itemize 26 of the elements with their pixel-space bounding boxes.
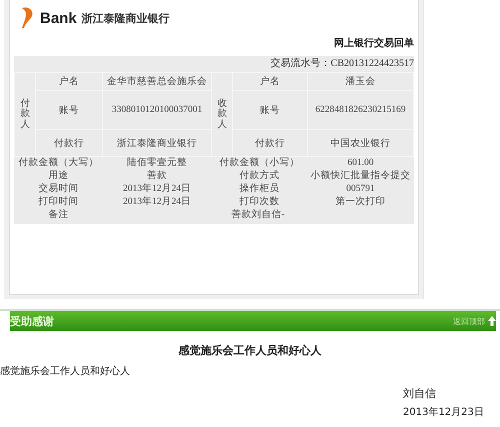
table-cell: 账号 <box>36 90 102 130</box>
letter-date: 2013年12月23日 <box>403 406 485 419</box>
table-cell: 付款人 <box>20 98 30 130</box>
table-cell: 付款金额（大写） <box>14 156 102 170</box>
section-title: 受助感谢 <box>10 314 54 328</box>
table-cell: 潘玉会 <box>308 72 414 90</box>
letter-heading: 感觉施乐会工作人员和好心人 <box>178 343 322 358</box>
table-cell: 付款行 <box>232 130 308 156</box>
serial-number: 交易流水号：CB20131224423517 <box>270 56 414 71</box>
table-cell: 收款人 <box>217 98 227 130</box>
table-cell: 中国农业银行 <box>308 130 414 156</box>
letter-body: 感觉施乐会工作人员和好心人 <box>0 364 131 378</box>
table-cell: 户名 <box>36 72 102 90</box>
bank-name: 浙江泰隆商业银行 <box>82 11 170 27</box>
up-arrow-icon <box>488 316 496 326</box>
back-to-top-link[interactable]: 返回顶部 <box>453 316 496 326</box>
table-cell: 付款行 <box>36 130 102 156</box>
table-cell: 6228481826230215169 <box>308 90 414 130</box>
table-cell: 陆佰零壹元整 <box>102 156 212 170</box>
table-cell: 户名 <box>232 72 308 90</box>
table-cell: 付款金额（小写） <box>212 156 308 170</box>
letter-signature: 刘自信 <box>403 386 437 401</box>
receipt-title: 网上银行交易回单 <box>333 36 414 51</box>
bank-logo-text: Bank <box>40 10 77 28</box>
table-cell: 金华市慈善总会施乐会 <box>102 72 212 90</box>
table-cell: 账号 <box>232 90 308 130</box>
